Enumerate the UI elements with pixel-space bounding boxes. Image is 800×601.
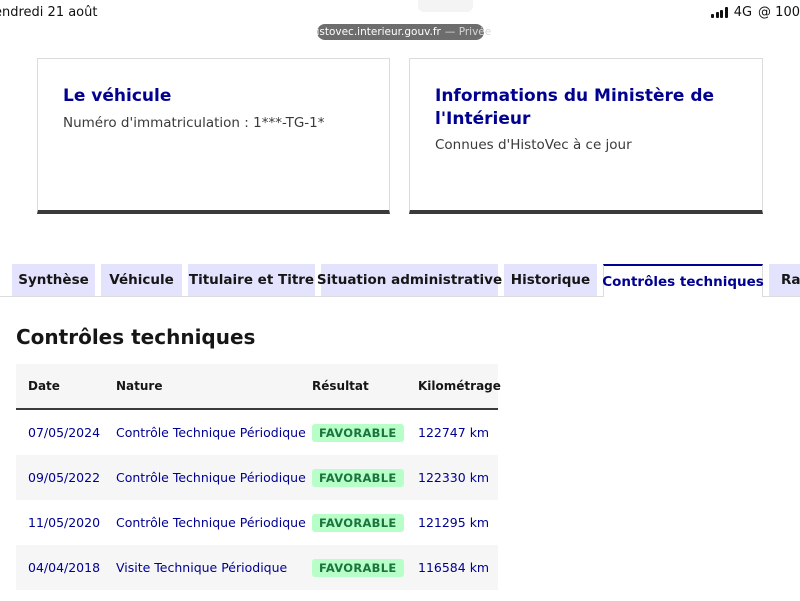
tab-list: Synthèse Véhicule Titulaire et Titre Sit… [0, 264, 800, 297]
signal-icon [711, 7, 728, 18]
status-indicators: 4G @ 100 [711, 5, 800, 20]
network-label: 4G [733, 5, 753, 20]
row-date: 09/05/2022 [28, 470, 101, 485]
status-date: endredi 21 août [0, 5, 98, 20]
row-nature: Visite Technique Périodique [116, 560, 288, 575]
row-km: 122330 km [418, 470, 490, 485]
table-row: 09/05/2022 Contrôle Technique Périodique… [16, 455, 498, 500]
vehicle-card-desc: Numéro d'immatriculation : 1***-TG-1* [63, 115, 325, 131]
row-km: 121295 km [418, 515, 490, 530]
tab-situation[interactable]: Situation administrative [317, 264, 502, 296]
url-bar[interactable]: histovec.interieur.gouv.fr — Privée [310, 24, 491, 40]
status-badge: FAVORABLE [312, 423, 404, 442]
row-nature: Contrôle Technique Périodique [116, 515, 306, 530]
tab-titulaire[interactable]: Titulaire et Titre [188, 264, 315, 296]
row-result: FAVORABLE [312, 545, 404, 590]
row-nature: Contrôle Technique Périodique [116, 425, 306, 440]
table-row: 07/05/2024 Contrôle Technique Périodique… [16, 410, 498, 455]
table-row: 11/05/2020 Contrôle Technique Périodique… [16, 500, 498, 545]
row-km: 122747 km [418, 425, 490, 440]
vehicle-card-title: Le véhicule [63, 86, 172, 106]
tab-controles[interactable]: Contrôles techniques [602, 264, 764, 297]
row-date: 07/05/2024 [28, 425, 101, 440]
row-date: 04/04/2018 [28, 560, 101, 575]
header-nature: Nature [116, 379, 163, 393]
private-mode-label: — Privée [444, 26, 492, 38]
ministry-card-desc: Connues d'HistoVec à ce jour [435, 137, 632, 153]
row-result: FAVORABLE [312, 500, 404, 545]
header-km: Kilométrage [418, 379, 501, 393]
vehicle-card: Le véhicule Numéro d'immatriculation : 1… [37, 58, 390, 214]
tab-vehicule[interactable]: Véhicule [101, 264, 182, 296]
tab-rapport[interactable]: Rap [769, 264, 800, 296]
status-bar: endredi 21 août 4G @ 100 [0, 0, 800, 26]
top-fade [418, 0, 473, 12]
row-date: 11/05/2020 [28, 515, 101, 530]
table-header: Date Nature Résultat Kilométrage [16, 364, 501, 410]
row-result: FAVORABLE [312, 410, 404, 455]
url-text: histovec.interieur.gouv.fr [309, 26, 441, 38]
status-extra: @ 100 [758, 5, 800, 20]
row-result: FAVORABLE [312, 455, 404, 500]
ministry-card-title: Informations du Ministère de l'Intérieur [435, 86, 715, 129]
row-nature: Contrôle Technique Périodique [116, 470, 306, 485]
header-result: Résultat [312, 379, 369, 393]
status-badge: FAVORABLE [312, 513, 404, 532]
header-date: Date [28, 379, 60, 393]
status-badge: FAVORABLE [312, 558, 404, 577]
page-title: Contrôles techniques [16, 325, 256, 349]
table-row: 04/04/2018 Visite Technique Périodique F… [16, 545, 498, 590]
tab-historique[interactable]: Historique [504, 264, 597, 296]
tab-synthese[interactable]: Synthèse [12, 264, 95, 296]
row-km: 116584 km [418, 560, 490, 575]
ministry-card: Informations du Ministère de l'Intérieur… [409, 58, 763, 214]
controls-table: Date Nature Résultat Kilométrage 07/05/2… [16, 364, 501, 590]
status-badge: FAVORABLE [312, 468, 404, 487]
